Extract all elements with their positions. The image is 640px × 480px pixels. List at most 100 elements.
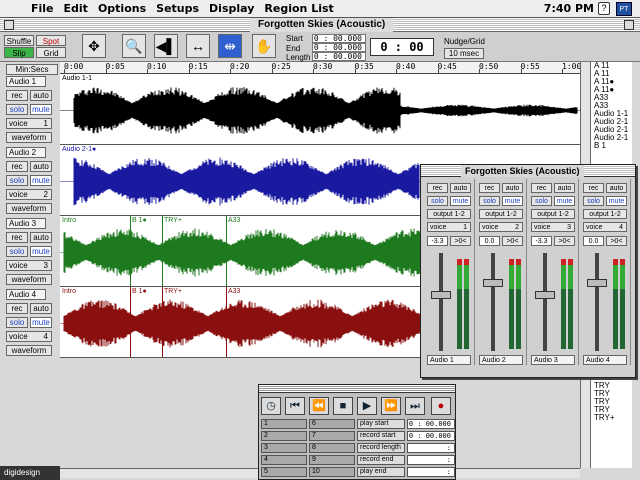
pan-center[interactable]: >0< bbox=[606, 236, 627, 246]
mixer-voice-select[interactable]: voice 1 bbox=[427, 222, 471, 232]
track-name[interactable]: Audio 4 bbox=[6, 289, 46, 300]
memory-location-button[interactable]: 2 bbox=[261, 431, 307, 441]
mute-button[interactable]: mute bbox=[30, 246, 52, 257]
track-view-select[interactable]: waveform bbox=[6, 203, 52, 214]
grid-mode-button[interactable]: Grid bbox=[36, 47, 66, 58]
mixer-track-name[interactable]: Audio 2 bbox=[479, 355, 523, 365]
menu-edit[interactable]: Edit bbox=[59, 2, 93, 15]
grabber-tool-icon[interactable]: ⇹ bbox=[218, 34, 242, 58]
mixer-rec-button[interactable]: rec bbox=[479, 183, 500, 193]
region-list-item[interactable]: TRY+ bbox=[591, 414, 632, 422]
mixer-rec-button[interactable]: rec bbox=[427, 183, 448, 193]
transport-field-value[interactable]: : bbox=[407, 455, 455, 465]
voice-select[interactable]: voice 2 bbox=[6, 189, 52, 200]
region-name[interactable]: TRY+ bbox=[164, 288, 182, 295]
memory-location-button[interactable]: 8 bbox=[309, 443, 355, 453]
mixer-solo-button[interactable]: solo bbox=[583, 196, 604, 206]
mixer-mute-button[interactable]: mute bbox=[606, 196, 627, 206]
window-title-bar[interactable]: Forgotten Skies (Acoustic) bbox=[0, 18, 640, 32]
mix-window-title-bar[interactable]: Forgotten Skies (Acoustic) bbox=[421, 165, 635, 177]
hand-tool-icon[interactable]: ✋ bbox=[252, 34, 276, 58]
rewind-icon[interactable]: ⏪ bbox=[309, 397, 329, 415]
shuffle-mode-button[interactable]: Shuffle bbox=[4, 35, 34, 46]
mixer-voice-select[interactable]: voice 4 bbox=[583, 222, 627, 232]
record-enable-button[interactable]: rec bbox=[6, 161, 28, 172]
mixer-auto-button[interactable]: auto bbox=[554, 183, 575, 193]
mixer-track-name[interactable]: Audio 1 bbox=[427, 355, 471, 365]
output-select[interactable]: output 1-2 bbox=[583, 209, 627, 219]
track-view-select[interactable]: waveform bbox=[6, 345, 52, 356]
nudge-arrows-icon[interactable]: ✥ bbox=[82, 34, 106, 58]
output-select[interactable]: output 1-2 bbox=[427, 209, 471, 219]
menu-region-list[interactable]: Region List bbox=[259, 2, 338, 15]
menu-options[interactable]: Options bbox=[93, 2, 151, 15]
mute-button[interactable]: mute bbox=[30, 104, 52, 115]
length-field[interactable]: 0 : 00.000 bbox=[312, 52, 366, 61]
mixer-mute-button[interactable]: mute bbox=[450, 196, 471, 206]
voice-select[interactable]: voice 4 bbox=[6, 331, 52, 342]
pan-value[interactable]: -3.3 bbox=[427, 236, 448, 246]
region-name[interactable]: B 1● bbox=[132, 288, 147, 295]
memory-location-button[interactable]: 6 bbox=[309, 419, 355, 429]
volume-fader[interactable] bbox=[587, 279, 607, 287]
record-enable-button[interactable]: rec bbox=[6, 303, 28, 314]
record-enable-button[interactable]: rec bbox=[6, 232, 28, 243]
mixer-auto-button[interactable]: auto bbox=[450, 183, 471, 193]
play-icon[interactable]: ▶ bbox=[357, 397, 377, 415]
voice-select[interactable]: voice 1 bbox=[6, 118, 52, 129]
voice-select[interactable]: voice 3 bbox=[6, 260, 52, 271]
pan-center[interactable]: >0< bbox=[450, 236, 471, 246]
end-field[interactable]: 0 : 00.000 bbox=[312, 43, 366, 52]
solo-button[interactable]: solo bbox=[6, 104, 28, 115]
record-icon[interactable]: ● bbox=[431, 397, 451, 415]
go-to-end-icon[interactable]: ⏭ bbox=[405, 397, 425, 415]
solo-button[interactable]: solo bbox=[6, 317, 28, 328]
volume-fader[interactable] bbox=[483, 279, 503, 287]
region-name[interactable]: Audio 2-1● bbox=[62, 146, 96, 153]
region-name[interactable]: A33 bbox=[228, 217, 240, 224]
transport-field-value[interactable]: : bbox=[407, 467, 455, 477]
memory-location-button[interactable]: 5 bbox=[261, 467, 307, 477]
track-view-select[interactable]: waveform bbox=[6, 274, 52, 285]
memory-location-button[interactable]: 7 bbox=[309, 431, 355, 441]
slip-mode-button[interactable]: Slip bbox=[4, 47, 34, 58]
region-list-item[interactable]: B 1 bbox=[591, 142, 632, 150]
zoom-tool-icon[interactable]: 🔍 bbox=[122, 34, 146, 58]
region-name[interactable]: A33 bbox=[228, 288, 240, 295]
selector-tool-icon[interactable]: ↔ bbox=[186, 34, 210, 58]
mixer-track-name[interactable]: Audio 4 bbox=[583, 355, 627, 365]
pan-value[interactable]: -3.3 bbox=[531, 236, 552, 246]
volume-fader[interactable] bbox=[535, 291, 555, 299]
mixer-rec-button[interactable]: rec bbox=[583, 183, 604, 193]
automation-button[interactable]: auto bbox=[30, 90, 52, 101]
pan-value[interactable]: 0.0 bbox=[479, 236, 500, 246]
transport-title-bar[interactable] bbox=[259, 385, 455, 393]
help-icon[interactable]: ? bbox=[598, 2, 610, 15]
mixer-track-name[interactable]: Audio 3 bbox=[531, 355, 575, 365]
automation-button[interactable]: auto bbox=[30, 161, 52, 172]
mixer-rec-button[interactable]: rec bbox=[531, 183, 552, 193]
zoom-box-icon[interactable] bbox=[624, 20, 634, 30]
mute-button[interactable]: mute bbox=[30, 175, 52, 186]
region-list-item[interactable] bbox=[591, 150, 632, 158]
memory-location-button[interactable]: 1 bbox=[261, 419, 307, 429]
automation-button[interactable]: auto bbox=[30, 232, 52, 243]
transport-field-value[interactable]: 0 : 00.000 bbox=[407, 431, 455, 441]
timeline-ruler[interactable]: 0:00 0:05 0:10 0:15 0:20 0:25 0:30 0:35 0:40 0:45… bbox=[60, 62, 581, 74]
region-name[interactable]: TRY+ bbox=[164, 217, 182, 224]
return-to-zero-icon[interactable]: ⏮ bbox=[285, 397, 305, 415]
memory-location-button[interactable]: 9 bbox=[309, 455, 355, 465]
mixer-mute-button[interactable]: mute bbox=[554, 196, 575, 206]
transport-field-value[interactable]: : bbox=[407, 443, 455, 453]
memory-location-button[interactable]: 4 bbox=[261, 455, 307, 465]
region-name[interactable]: Intro bbox=[62, 288, 76, 295]
region-name[interactable]: Intro bbox=[62, 217, 76, 224]
mixer-solo-button[interactable]: solo bbox=[427, 196, 448, 206]
record-enable-button[interactable]: rec bbox=[6, 90, 28, 101]
automation-button[interactable]: auto bbox=[30, 303, 52, 314]
pan-value[interactable]: 0.0 bbox=[583, 236, 604, 246]
menu-setups[interactable]: Setups bbox=[151, 2, 204, 15]
mixer-mute-button[interactable]: mute bbox=[502, 196, 523, 206]
track-name[interactable]: Audio 3 bbox=[6, 218, 46, 229]
track-name[interactable]: Audio 1 bbox=[6, 76, 46, 87]
